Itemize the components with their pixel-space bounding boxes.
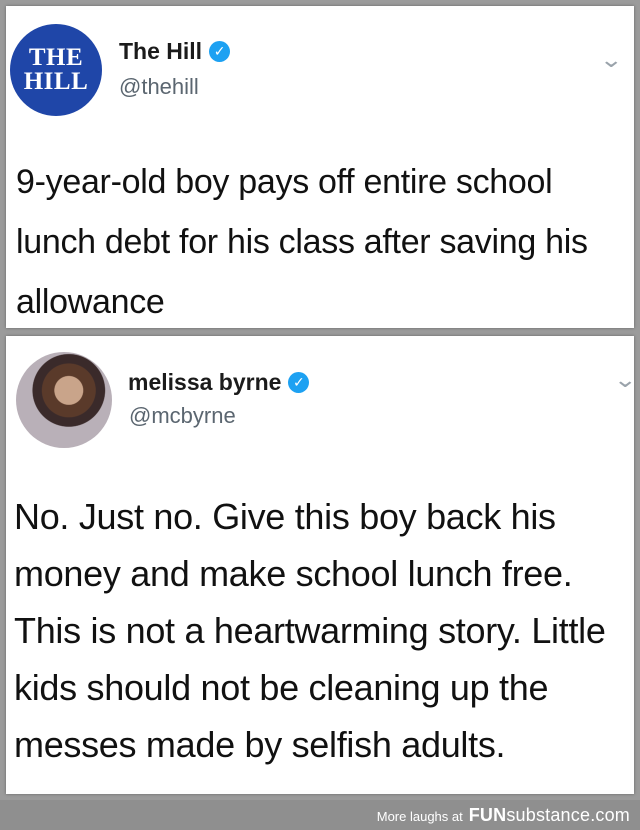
avatar-thehill[interactable]: THE HILL xyxy=(10,24,102,116)
tweet-text: No. Just no. Give this boy back his mone… xyxy=(14,496,606,765)
tweet-text: 9-year-old boy pays off entire school lu… xyxy=(16,163,588,321)
logo-text-line2: HILL xyxy=(23,68,89,95)
avatar-mcbyrne[interactable] xyxy=(16,352,112,448)
footer-brand[interactable]: FUNsubstance.com xyxy=(469,805,630,826)
user-handle[interactable]: @thehill xyxy=(119,74,199,100)
tweet-card-thehill[interactable]: THE HILL The Hill ✓ @thehill ⌄ 9-year-ol… xyxy=(6,6,634,328)
footer-brand-tld: .com xyxy=(590,805,630,825)
footer-prefix: More laughs at xyxy=(376,809,463,824)
logo-text-line1: THE xyxy=(28,44,84,72)
chevron-down-icon[interactable]: ⌄ xyxy=(599,48,623,73)
display-name-text: melissa byrne xyxy=(128,369,282,395)
display-name[interactable]: melissa byrne ✓ xyxy=(128,369,310,396)
footer-brand-sub: substance xyxy=(506,805,591,825)
footer-watermark: More laughs at FUNsubstance.com xyxy=(377,805,630,826)
tweet-card-mcbyrne[interactable]: melissa byrne ✓ @mcbyrne ⌄ No. Just no. … xyxy=(6,336,637,794)
footer-brand-fun: FUN xyxy=(468,805,507,825)
verified-badge-icon: ✓ xyxy=(288,372,310,393)
display-name[interactable]: The Hill ✓ xyxy=(119,38,231,65)
display-name-text: The Hill xyxy=(119,38,203,64)
user-handle[interactable]: @mcbyrne xyxy=(129,403,236,429)
verified-badge-icon: ✓ xyxy=(209,41,231,62)
chevron-down-icon[interactable]: ⌄ xyxy=(613,368,637,393)
